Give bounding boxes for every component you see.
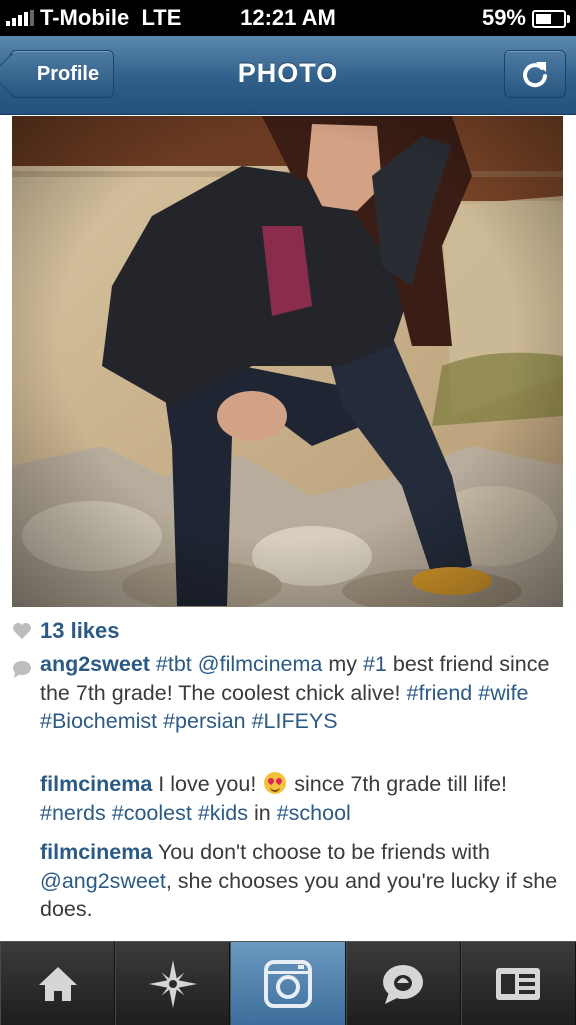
likes-row[interactable]: 13 likes bbox=[12, 618, 120, 644]
hashtag-link[interactable]: @filmcinema bbox=[198, 652, 323, 676]
hashtag-link[interactable]: #friend bbox=[407, 681, 473, 705]
tab-news[interactable] bbox=[345, 942, 461, 1025]
caption-comment: ang2sweet #tbt @filmcinema my #1 best fr… bbox=[40, 650, 560, 736]
comment-username[interactable]: filmcinema bbox=[40, 772, 152, 796]
hashtag-link[interactable]: #persian bbox=[163, 709, 245, 733]
hashtag-link[interactable]: @ang2sweet bbox=[40, 869, 166, 893]
comment-bubble-icon bbox=[13, 661, 31, 678]
hashtag-link[interactable]: #kids bbox=[198, 801, 248, 825]
comment: filmcinema You don't choose to be friend… bbox=[40, 838, 560, 924]
comment-username[interactable]: ang2sweet bbox=[40, 652, 150, 676]
comment: filmcinema I love you! since 7th grade t… bbox=[40, 770, 560, 827]
hashtag-link[interactable]: #wife bbox=[478, 681, 528, 705]
status-bar: T-Mobile LTE 12:21 AM 59% bbox=[0, 0, 576, 36]
tab-bar bbox=[0, 941, 576, 1025]
tab-profile[interactable] bbox=[460, 942, 576, 1025]
tab-explore[interactable] bbox=[115, 942, 231, 1025]
home-icon bbox=[38, 966, 77, 1001]
hashtag-link[interactable]: #school bbox=[277, 801, 351, 825]
post-photo[interactable] bbox=[12, 116, 563, 607]
heart-icon bbox=[13, 623, 31, 639]
hashtag-link[interactable]: #1 bbox=[363, 652, 387, 676]
comment-text: You don't choose to be friends with bbox=[152, 840, 490, 864]
comment-text: I love you! bbox=[152, 772, 263, 796]
hashtag-link[interactable]: #coolest bbox=[112, 801, 192, 825]
photo-image bbox=[12, 116, 563, 607]
hashtag-link[interactable]: #Biochemist bbox=[40, 709, 157, 733]
hashtag-link[interactable]: #tbt bbox=[156, 652, 192, 676]
battery-icon bbox=[532, 10, 570, 28]
comment-text: since 7th grade till life! bbox=[288, 772, 507, 796]
likes-count[interactable]: 13 likes bbox=[40, 618, 120, 644]
tab-home[interactable] bbox=[0, 942, 116, 1025]
comment-username[interactable]: filmcinema bbox=[40, 840, 152, 864]
hashtag-link[interactable]: #LIFEYS bbox=[252, 709, 338, 733]
battery-percent: 59% bbox=[481, 5, 526, 30]
heart-eyes-emoji-icon bbox=[264, 772, 287, 794]
hashtag-link[interactable]: #nerds bbox=[40, 801, 106, 825]
comment-text: my bbox=[322, 652, 363, 676]
explore-icon bbox=[148, 959, 197, 1008]
refresh-icon bbox=[523, 62, 547, 88]
profile-icon bbox=[496, 967, 541, 1000]
page-title: PHOTO bbox=[237, 58, 339, 88]
nav-bar: Profile PHOTO bbox=[0, 36, 576, 115]
news-icon bbox=[383, 964, 424, 1004]
comment-text: in bbox=[248, 800, 277, 825]
tab-camera[interactable] bbox=[230, 942, 346, 1025]
camera-icon bbox=[264, 959, 312, 1008]
refresh-button[interactable] bbox=[504, 50, 566, 98]
